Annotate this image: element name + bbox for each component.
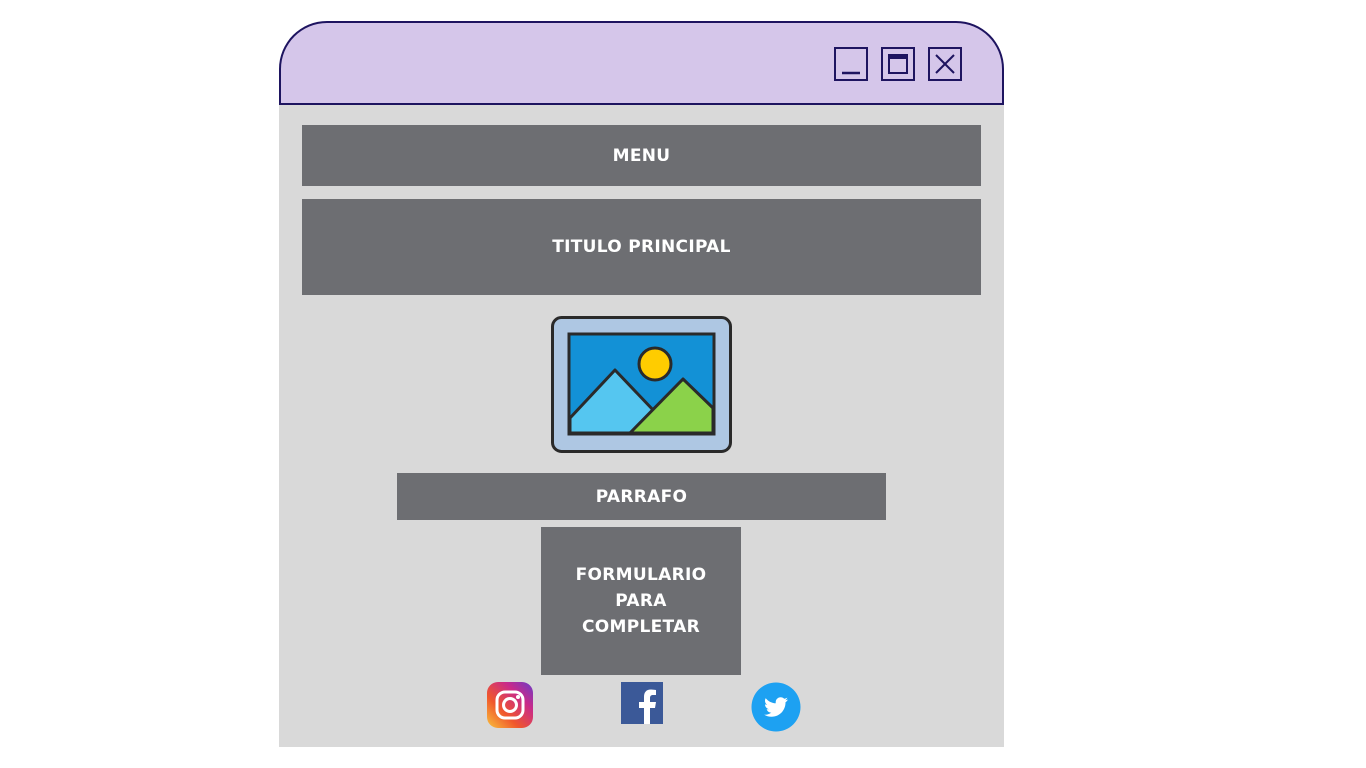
image-icon: [551, 316, 732, 453]
paragraph-block: PARRAFO: [397, 473, 886, 520]
form-label: FORMULARIO PARA COMPLETAR: [575, 565, 707, 637]
main-title-block: TITULO PRINCIPAL: [302, 199, 981, 295]
facebook-link[interactable]: [621, 682, 663, 728]
maximize-icon: [888, 54, 908, 74]
page-content: MENU TITULO PRINCIPAL PARRAFO FORMULARIO…: [279, 105, 1004, 747]
menu-label: MENU: [612, 145, 671, 166]
close-icon: [935, 54, 955, 74]
instagram-link[interactable]: [487, 682, 533, 732]
minimize-button[interactable]: [834, 47, 868, 81]
instagram-icon: [487, 682, 533, 728]
twitter-link[interactable]: [751, 682, 801, 736]
browser-window: MENU TITULO PRINCIPAL PARRAFO FORMULARIO…: [279, 21, 1004, 747]
main-title-label: TITULO PRINCIPAL: [552, 237, 731, 257]
window-titlebar: [279, 21, 1004, 106]
menu-bar[interactable]: MENU: [302, 125, 981, 186]
minimize-icon: [842, 71, 860, 75]
close-button[interactable]: [928, 47, 962, 81]
image-placeholder: [551, 316, 732, 457]
form-block[interactable]: FORMULARIO PARA COMPLETAR: [541, 527, 741, 675]
facebook-icon: [621, 682, 663, 724]
maximize-button[interactable]: [881, 47, 915, 81]
paragraph-label: PARRAFO: [595, 486, 688, 507]
twitter-icon: [751, 682, 801, 732]
